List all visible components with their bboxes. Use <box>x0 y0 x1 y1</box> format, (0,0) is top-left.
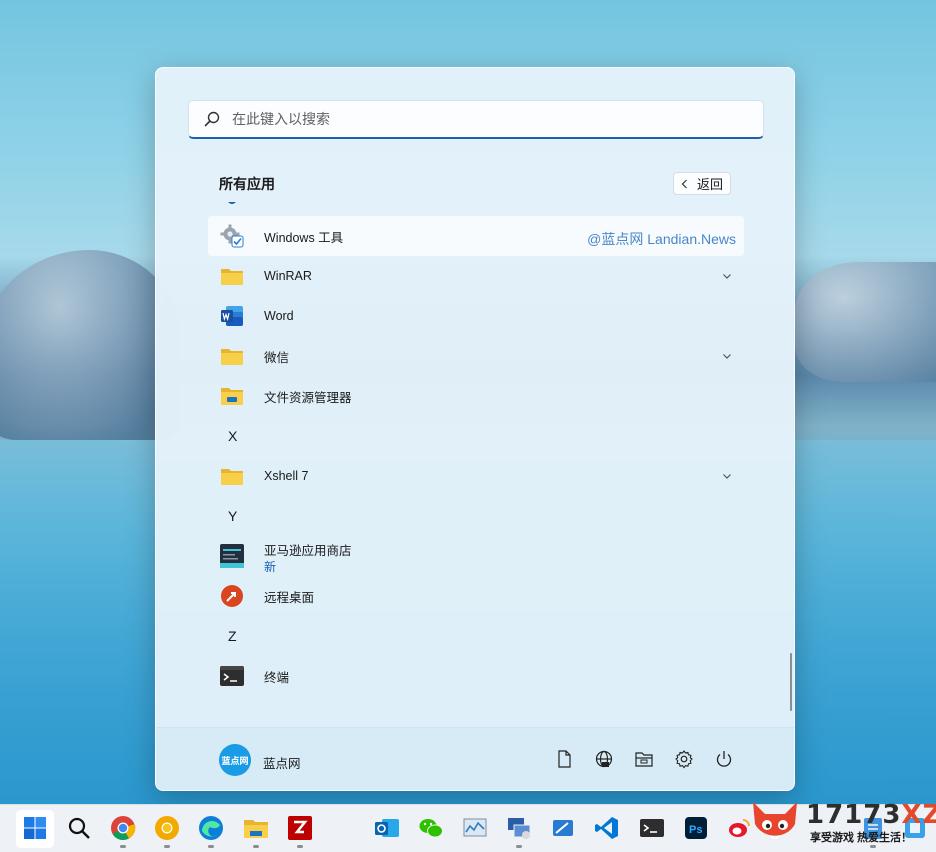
remote-connection-icon[interactable] <box>506 815 532 841</box>
remote-desktop-icon <box>221 585 243 607</box>
user-name[interactable]: 蓝点网 <box>263 753 301 772</box>
search-icon <box>204 111 220 127</box>
gear-tools-icon <box>220 224 244 248</box>
back-button-label: 返回 <box>696 177 723 192</box>
app-item-windows-tools[interactable]: Windows 工具 @蓝点网 Landian.News <box>208 216 744 256</box>
running-indicator <box>120 845 126 848</box>
brand-wordmark: 17173XZ <box>806 800 936 830</box>
watermark-text: @蓝点网 Landian.News <box>587 231 736 247</box>
scrollbar[interactable] <box>790 653 792 711</box>
app-label: 远程桌面 <box>264 590 315 605</box>
app-item-terminal[interactable]: 终端 <box>208 656 744 696</box>
search-icon[interactable] <box>66 815 92 841</box>
scroll-up-indicator <box>228 202 236 204</box>
settings-icon[interactable] <box>674 749 694 769</box>
app-item-remote-desktop[interactable]: 远程桌面 <box>208 576 744 616</box>
background-hill-left <box>0 250 180 440</box>
running-indicator <box>164 845 170 848</box>
wechat-icon[interactable] <box>418 815 444 841</box>
chevron-left-icon <box>681 179 687 188</box>
app-label: 文件资源管理器 <box>264 390 352 405</box>
chevron-down-icon[interactable] <box>722 351 732 361</box>
avatar[interactable]: 蓝点网 <box>219 744 251 776</box>
folder-icon <box>221 469 243 485</box>
app-label: Xshell 7 <box>264 469 309 483</box>
app-item-wechat[interactable]: 微信 <box>208 336 744 376</box>
word-icon <box>221 306 243 326</box>
app-label: 微信 <box>264 350 290 365</box>
app-list: Windows 工具 @蓝点网 Landian.News WinRAR Word <box>208 216 744 696</box>
chrome-canary-icon[interactable] <box>154 815 180 841</box>
avatar-text: 蓝点网 <box>221 755 249 766</box>
brand-number: 17173 <box>806 800 902 830</box>
app-item-xshell[interactable]: Xshell 7 <box>208 456 744 496</box>
brand-suffix: XZ <box>901 800 936 830</box>
app-item-file-explorer[interactable]: 文件资源管理器 <box>208 376 744 416</box>
brand-mascot-logo <box>753 802 797 839</box>
filezilla-icon[interactable] <box>287 815 313 841</box>
app-label: Word <box>264 309 294 323</box>
all-apps-title: 所有应用 <box>219 176 275 192</box>
search-box[interactable] <box>188 100 764 139</box>
folder-icon <box>221 269 243 285</box>
app-label: Windows 工具 <box>264 230 344 245</box>
running-indicator <box>208 845 214 848</box>
folder-icon <box>221 349 243 365</box>
running-indicator <box>516 845 522 848</box>
edge-icon[interactable] <box>198 815 224 841</box>
app-label: 亚马逊应用商店 <box>264 544 352 558</box>
svg-text:Ps: Ps <box>689 824 702 836</box>
chevron-down-icon[interactable] <box>722 271 732 281</box>
running-indicator <box>297 845 303 848</box>
power-icon[interactable] <box>714 749 734 769</box>
vscode-icon[interactable] <box>594 815 620 841</box>
start-menu: 所有应用 返回 Windows 工具 @蓝点网 Landian.News <box>155 67 795 791</box>
app-item-winrar[interactable]: WinRAR <box>208 256 744 296</box>
letter-header-y[interactable]: Y <box>208 496 744 536</box>
letter-header-x[interactable]: X <box>208 416 744 456</box>
brand-slogan: 享受游戏 热爱生活！ <box>810 832 913 844</box>
windows-start-icon[interactable] <box>22 815 48 841</box>
snip-icon[interactable] <box>550 815 576 841</box>
letter-header-z[interactable]: Z <box>208 616 744 656</box>
running-indicator <box>870 845 876 848</box>
app-item-amazon-appstore[interactable]: 亚马逊应用商店 新 <box>208 536 744 576</box>
app-label: WinRAR <box>264 269 312 283</box>
running-indicator <box>253 845 259 848</box>
network-icon[interactable] <box>594 749 614 769</box>
photoshop-icon[interactable]: Ps <box>683 815 709 841</box>
resource-monitor-icon[interactable] <box>462 815 488 841</box>
app-item-word[interactable]: Word <box>208 296 744 336</box>
app-label: 终端 <box>264 670 290 685</box>
chevron-down-icon[interactable] <box>722 471 732 481</box>
terminal-icon <box>220 666 244 686</box>
terminal-icon[interactable] <box>639 815 665 841</box>
chrome-icon[interactable] <box>110 815 136 841</box>
start-footer: 蓝点网 蓝点网 <box>156 727 794 790</box>
documents-icon[interactable] <box>554 749 574 769</box>
file-explorer-icon[interactable] <box>634 749 654 769</box>
new-badge: 新 <box>264 560 277 574</box>
outlook-icon[interactable] <box>374 815 400 841</box>
file-explorer-icon[interactable] <box>243 815 269 841</box>
back-button[interactable]: 返回 <box>673 172 731 195</box>
search-input[interactable] <box>232 111 732 127</box>
file-explorer-icon <box>221 388 243 405</box>
amazon-appstore-icon <box>220 544 244 568</box>
background-hill-right <box>795 262 936 382</box>
